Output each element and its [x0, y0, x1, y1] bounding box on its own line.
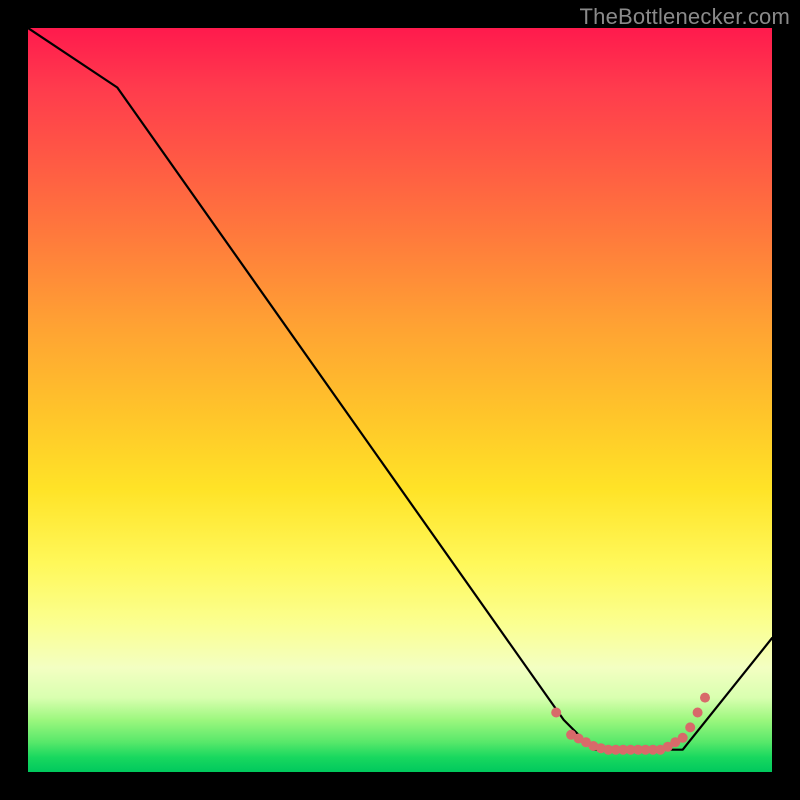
sweet-spot-dot [551, 708, 561, 718]
sweet-spot-dot [685, 722, 695, 732]
sweet-spot-dot [693, 708, 703, 718]
curve-svg [28, 28, 772, 772]
sweet-spot-dot [700, 693, 710, 703]
sweet-spot-dot [678, 733, 688, 743]
attribution-text: TheBottlenecker.com [580, 4, 790, 30]
bottleneck-curve [28, 28, 772, 750]
chart-frame: TheBottlenecker.com [0, 0, 800, 800]
plot-area [28, 28, 772, 772]
